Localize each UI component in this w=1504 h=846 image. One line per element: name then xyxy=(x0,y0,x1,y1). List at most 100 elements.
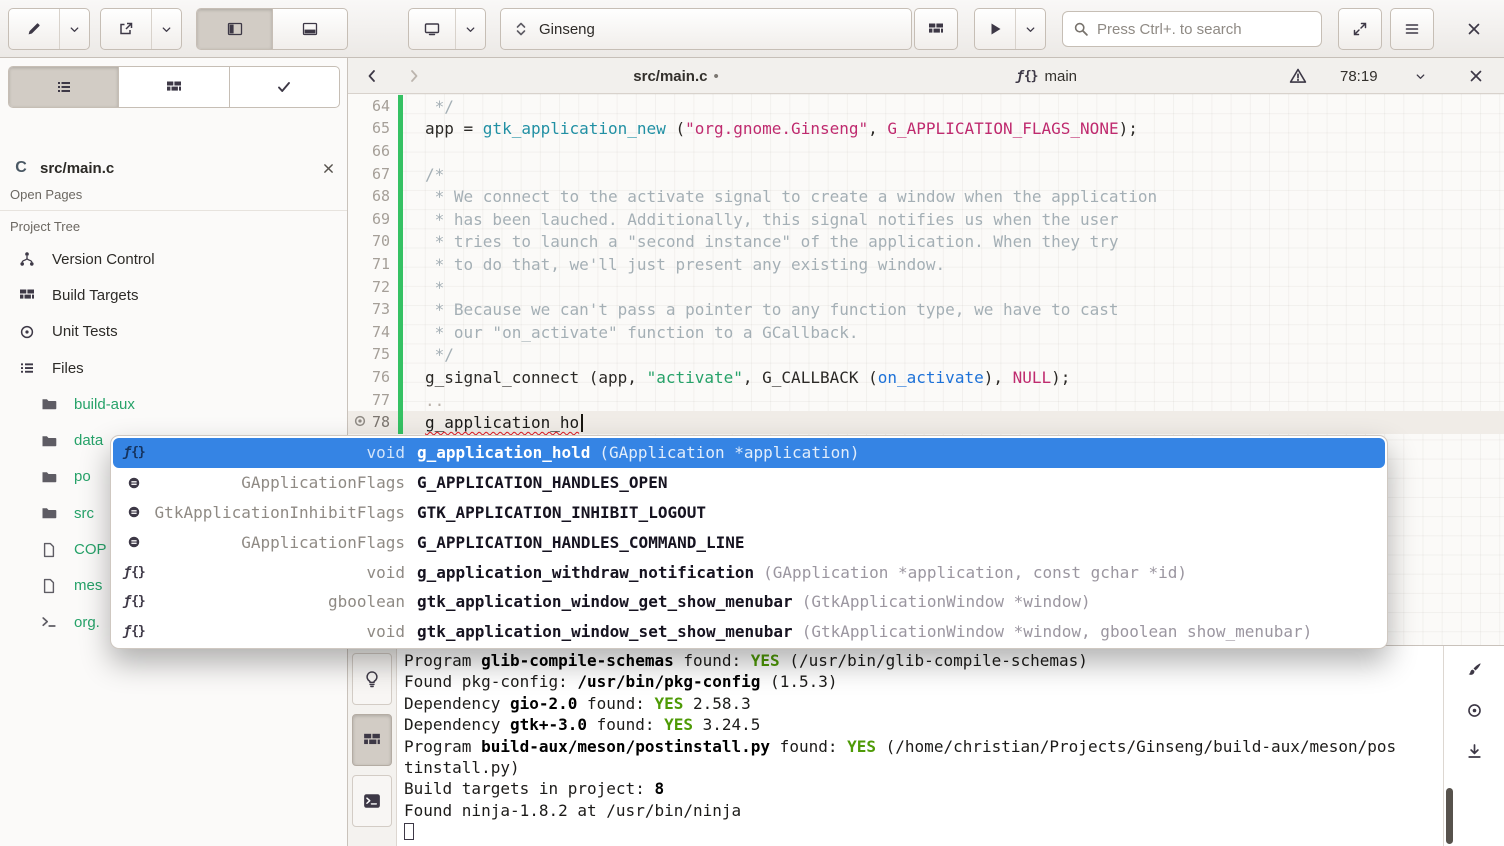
target-icon[interactable] xyxy=(1466,702,1483,719)
line-number: 67 xyxy=(372,165,398,183)
open-page-item[interactable]: C src/main.c xyxy=(0,150,347,186)
completion-params: (GtkApplicationWindow *window) xyxy=(802,592,1091,611)
window-close-button[interactable] xyxy=(1452,8,1496,50)
completion-return-type: void xyxy=(149,443,405,462)
line-number: 74 xyxy=(372,323,398,341)
build-output[interactable]: Program glib-compile-schemas found: YES … xyxy=(397,646,1443,846)
back-button[interactable] xyxy=(364,58,380,94)
code-line-64[interactable]: 64 */ xyxy=(348,95,1504,118)
function-icon: ƒ{} xyxy=(1016,69,1037,84)
brush-icon[interactable] xyxy=(1466,661,1483,678)
edit-mode-dropdown-chevron-icon[interactable] xyxy=(59,9,89,49)
code-line-76[interactable]: 76g_signal_connect (app, "activate", G_C… xyxy=(348,366,1504,389)
folder-icon xyxy=(40,396,57,412)
export-dropdown-chevron-icon[interactable] xyxy=(151,9,181,49)
panel-scrollbar[interactable] xyxy=(1446,788,1453,844)
export-split-button[interactable] xyxy=(100,8,182,50)
completion-item[interactable]: ƒ{}voidgtk_application_window_set_show_m… xyxy=(113,617,1385,647)
completion-name: G_APPLICATION_HANDLES_COMMAND_LINE xyxy=(417,533,745,552)
code-line-74[interactable]: 74 * our "on_activate" function to a GCa… xyxy=(348,321,1504,344)
tree-item-build-aux[interactable]: build-aux xyxy=(0,386,347,422)
run-options-chevron-icon[interactable] xyxy=(1015,9,1045,49)
completion-return-type: void xyxy=(149,563,405,582)
play-icon[interactable] xyxy=(975,9,1015,49)
run-split-button[interactable] xyxy=(974,8,1046,50)
current-line-marker-icon xyxy=(353,414,367,433)
completion-params: (GApplication *application, const gchar … xyxy=(763,563,1187,582)
code-line-69[interactable]: 69 * has been lauched. Additionally, thi… xyxy=(348,208,1504,231)
completion-name: gtk_application_window_get_show_menubar xyxy=(417,592,793,611)
code-line-70[interactable]: 70 * tries to launch a "second instance"… xyxy=(348,231,1504,254)
folder-icon xyxy=(40,469,57,485)
completion-name: gtk_application_window_set_show_menubar xyxy=(417,622,793,641)
completion-return-type: GApplicationFlags xyxy=(149,473,405,492)
code-line-72[interactable]: 72 * xyxy=(348,276,1504,299)
completion-item[interactable]: ƒ{}voidg_application_withdraw_notificati… xyxy=(113,557,1385,587)
device-selector-button[interactable] xyxy=(408,8,486,50)
tree-item-label: Version Control xyxy=(52,251,155,268)
completion-return-type: gboolean xyxy=(149,592,405,611)
tree-item-files[interactable]: Files xyxy=(0,350,347,386)
sidebar-tab-build[interactable] xyxy=(118,67,228,107)
code-line-77[interactable]: 77.. xyxy=(348,389,1504,412)
tree-item-version-control[interactable]: Version Control xyxy=(0,241,347,277)
download-icon[interactable] xyxy=(1466,743,1483,760)
unit-tests-icon xyxy=(18,324,35,340)
panel-tab-build-log[interactable] xyxy=(352,714,392,766)
diagnostics-warning-icon[interactable] xyxy=(1289,58,1307,94)
panel-bottom-toggle[interactable] xyxy=(272,9,347,49)
global-search[interactable] xyxy=(1062,11,1322,47)
line-number: 78 xyxy=(372,413,398,431)
code-lines: 64 */65app = gtk_application_new ("org.g… xyxy=(348,94,1504,434)
completion-name: G_APPLICATION_HANDLES_OPEN xyxy=(417,473,667,492)
editor-menu-chevron-icon[interactable] xyxy=(1414,58,1427,94)
tree-item-label: mes xyxy=(74,577,102,594)
bottom-panel: Program glib-compile-schemas found: YES … xyxy=(348,645,1504,846)
code-line-71[interactable]: 71 * to do that, we'll just present any … xyxy=(348,253,1504,276)
panel-left-toggle[interactable] xyxy=(197,9,272,49)
tree-item-build-targets[interactable]: Build Targets xyxy=(0,277,347,313)
completion-item[interactable]: ƒ{}gbooleangtk_application_window_get_sh… xyxy=(113,587,1385,617)
device-dropdown-chevron-icon[interactable] xyxy=(455,9,485,49)
close-editor-icon[interactable] xyxy=(1468,58,1484,94)
project-omnibar[interactable]: Ginseng xyxy=(500,8,912,50)
code-line-65[interactable]: 65app = gtk_application_new ("org.gnome.… xyxy=(348,118,1504,141)
code-line-75[interactable]: 75 */ xyxy=(348,344,1504,367)
panel-tab-terminal[interactable] xyxy=(352,775,392,827)
code-line-67[interactable]: 67/* xyxy=(348,163,1504,186)
tree-item-label: po xyxy=(74,468,91,485)
pen-icon[interactable] xyxy=(9,9,59,49)
build-button[interactable] xyxy=(914,8,958,50)
code-line-73[interactable]: 73 * Because we can't pass a pointer to … xyxy=(348,298,1504,321)
export-icon[interactable] xyxy=(101,9,151,49)
completion-item[interactable]: GApplicationFlagsG_APPLICATION_HANDLES_C… xyxy=(113,527,1385,557)
function-context[interactable]: ƒ{} main xyxy=(1016,58,1077,94)
close-page-icon[interactable] xyxy=(322,162,335,175)
bricks-icon xyxy=(18,287,35,303)
tree-item-label: Build Targets xyxy=(52,287,138,304)
sidebar-tab-pages[interactable] xyxy=(9,67,118,107)
forward-button[interactable] xyxy=(406,58,422,94)
fullscreen-button[interactable] xyxy=(1338,8,1382,50)
completion-item[interactable]: GApplicationFlags G_APPLICATION_HANDLES_O… xyxy=(113,468,1385,498)
code-line-66[interactable]: 66 xyxy=(348,140,1504,163)
terminal-prompt-icon xyxy=(40,614,57,630)
completion-item[interactable]: GtkApplicationInhibitFlagsGTK_APPLICATIO… xyxy=(113,498,1385,528)
edit-mode-split-button[interactable] xyxy=(8,8,90,50)
header-bar: Ginseng xyxy=(0,0,1504,58)
completion-name: g_application_withdraw_notification xyxy=(417,563,754,582)
tree-item-label: src xyxy=(74,505,94,522)
sidebar-tab-checks[interactable] xyxy=(229,67,339,107)
panel-tab-hints[interactable] xyxy=(352,653,392,705)
completion-item[interactable]: ƒ{}voidg_application_hold(GApplication *… xyxy=(113,438,1385,468)
global-search-input[interactable] xyxy=(1097,21,1311,38)
folder-icon xyxy=(40,433,57,449)
code-line-68[interactable]: 68 * We connect to the activate signal t… xyxy=(348,185,1504,208)
output-line: Found ninja-1.8.2 at /usr/bin/ninja xyxy=(404,801,1443,822)
files-list-icon xyxy=(18,360,35,376)
menu-button[interactable] xyxy=(1390,8,1434,50)
code-line-78[interactable]: 78g_application_ho xyxy=(348,411,1504,434)
display-icon[interactable] xyxy=(409,9,455,49)
tree-item-unit-tests[interactable]: Unit Tests xyxy=(0,314,347,350)
text-cursor xyxy=(581,414,583,432)
